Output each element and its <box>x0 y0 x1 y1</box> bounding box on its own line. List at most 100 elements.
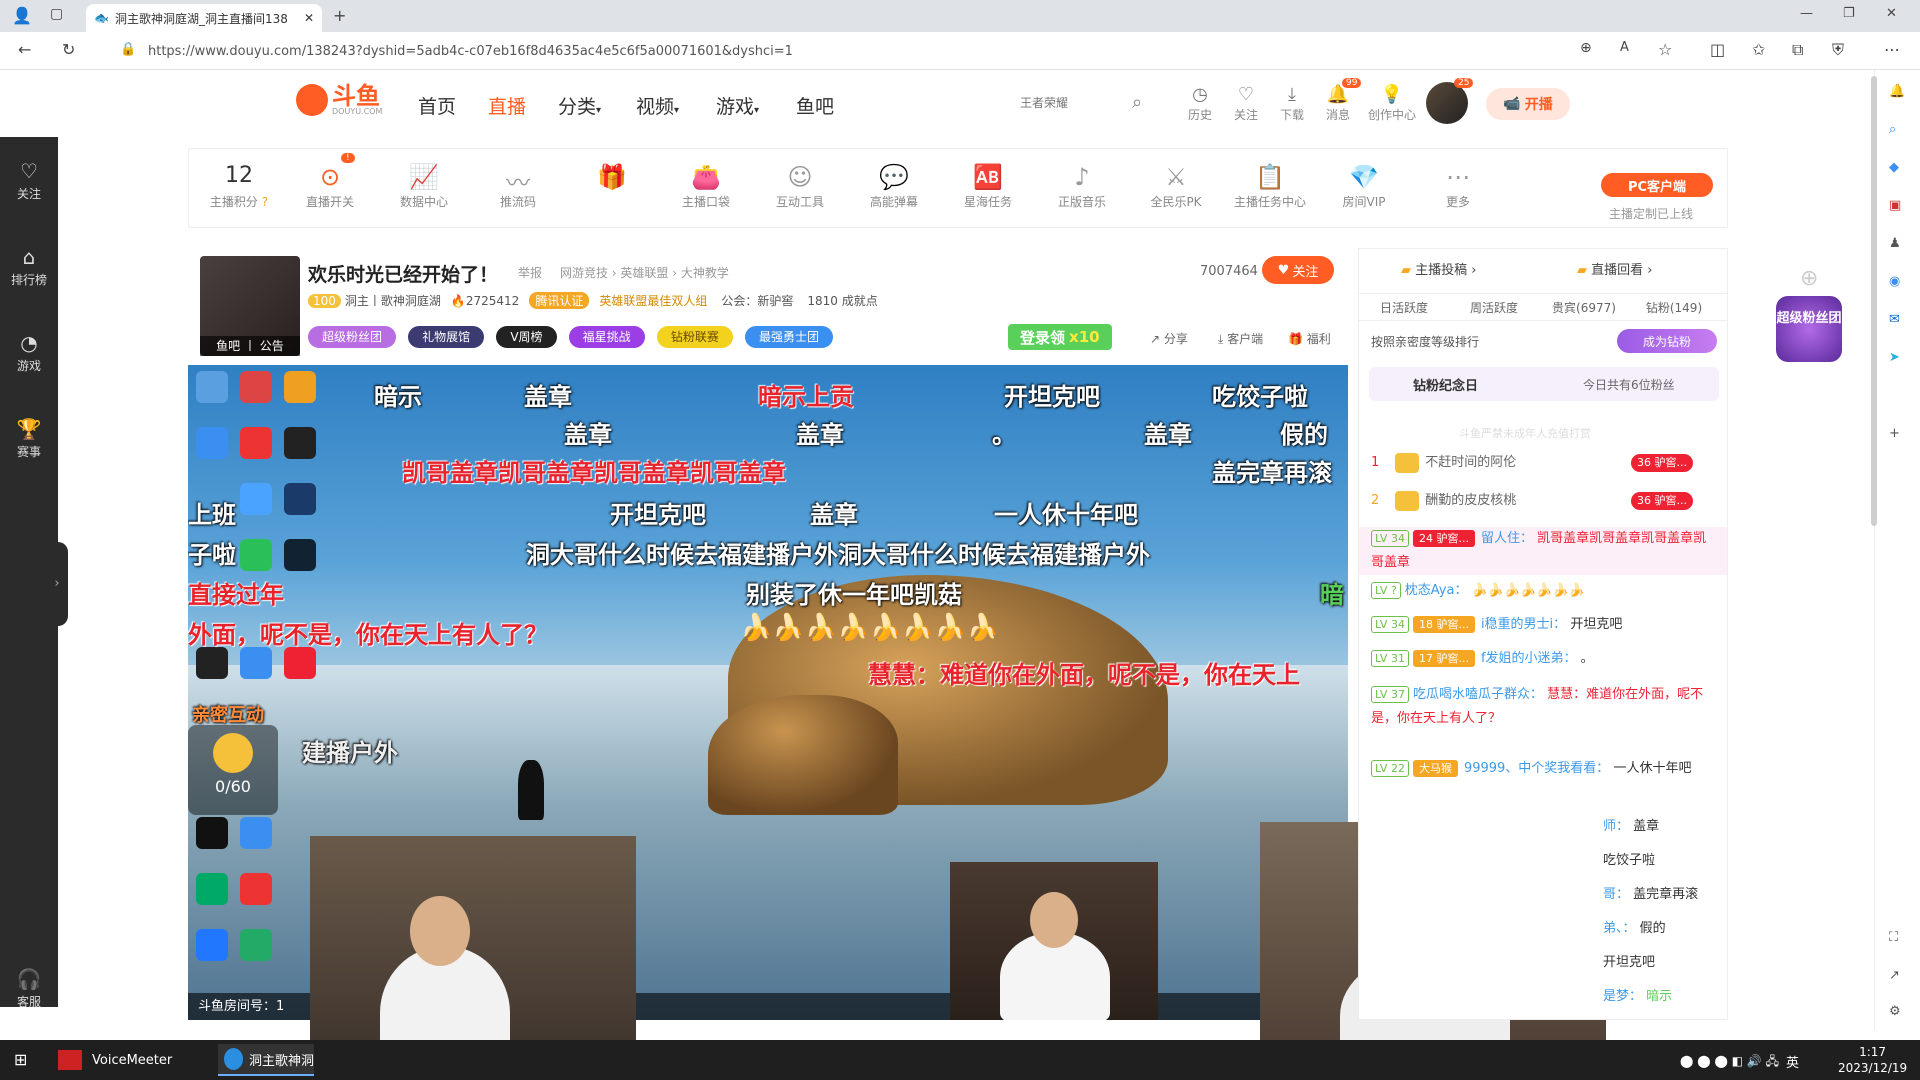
desktop-icon[interactable] <box>196 427 228 459</box>
chat-username[interactable]: 吃瓜喝水嗑瓜子群众： <box>1413 687 1543 702</box>
url-field[interactable]: 🔒 https://www.douyu.com/138243?dyshid=5a… <box>110 36 1580 66</box>
desktop-icon[interactable] <box>240 371 272 403</box>
super-fan-float-badge[interactable]: 超级粉丝团 <box>1776 296 1842 362</box>
tool-high-energy-danmu[interactable]: 💬 高能弹幕 <box>849 163 939 210</box>
nav-category[interactable]: 分类▾ <box>558 92 601 119</box>
chat-username[interactable]: i稳重的男士i： <box>1481 617 1566 632</box>
desktop-icon[interactable] <box>196 647 228 679</box>
nav-live[interactable]: 直播 <box>488 92 526 119</box>
welfare-link[interactable]: 🎁 福利 <box>1288 330 1331 347</box>
login-reward-button[interactable]: 登录领 x10 <box>1008 324 1112 350</box>
collections-icon[interactable]: ⧉ <box>1792 40 1803 60</box>
chat-username[interactable]: 师： <box>1603 819 1629 834</box>
desktop-icon[interactable] <box>240 873 272 905</box>
split-screen-icon[interactable]: ◫ <box>1710 40 1725 59</box>
header-follow[interactable]: ♡ 关注 <box>1224 84 1268 123</box>
tool-stream-key[interactable]: 〰推流码 <box>473 163 563 210</box>
page-scrollbar[interactable] <box>1871 76 1877 526</box>
nav-video[interactable]: 视频▾ <box>636 92 679 119</box>
people-icon[interactable]: ♟ <box>1889 236 1901 251</box>
tool-music[interactable]: ♪ 正版音乐 <box>1037 163 1127 210</box>
extensions-icon[interactable]: ⛨ <box>1832 40 1844 60</box>
toolbox-icon[interactable]: ▣ <box>1889 198 1901 213</box>
send-icon[interactable]: ➤ <box>1889 350 1900 365</box>
tool-more[interactable]: ⋯ 更多 <box>1413 163 1503 210</box>
browser-tab-active[interactable]: 🐟 洞主歌神洞庭湖_洞主直播间138 ✕ <box>86 4 322 32</box>
chat-message[interactable]: 吃饺子啦 <box>1603 849 1723 873</box>
become-diamond-button[interactable]: 成为钻粉 <box>1617 329 1717 353</box>
chat-username[interactable]: 99999、中个奖我看看： <box>1464 761 1609 776</box>
tool-data-center[interactable]: 📈 数据中心 <box>379 163 469 210</box>
copilot-icon[interactable]: ◉ <box>1889 274 1900 289</box>
chat-username[interactable]: 是梦： <box>1603 989 1642 1004</box>
chat-message[interactable]: LV ? 枕态Aya： 🍌🍌🍌🍌🍌🍌🍌 <box>1371 579 1719 603</box>
add-circle-icon[interactable]: ⊕ <box>1800 266 1818 291</box>
desktop-icon[interactable] <box>284 539 316 571</box>
tab-vip[interactable]: 贵宾(6977) <box>1539 294 1629 322</box>
tag-lucky-challenge[interactable]: 福星挑战 <box>568 326 645 348</box>
interaction-widget[interactable]: 0/60 <box>188 725 278 815</box>
chat-message[interactable]: LV 34 18 驴窖... i稳重的男士i： 开坦克吧 <box>1371 613 1719 637</box>
favorites-icon[interactable]: ✩ <box>1752 40 1765 59</box>
desktop-icon[interactable] <box>240 817 272 849</box>
new-tab-icon[interactable]: + <box>333 6 346 25</box>
ime-indicator[interactable]: 英 <box>1786 1052 1799 1071</box>
taskbar-app-voicemeeter[interactable]: VoiceMeeter <box>58 1044 214 1076</box>
tool-pocket[interactable]: 👛 主播口袋 <box>661 163 751 210</box>
nav-game[interactable]: 游戏▾ <box>716 92 759 119</box>
pc-client-button[interactable]: PC客户端 <box>1601 173 1713 197</box>
chat-username[interactable]: 留人住： <box>1481 531 1533 546</box>
favorite-star-icon[interactable]: ☆ <box>1658 40 1672 59</box>
tag-icon[interactable]: ◆ <box>1889 160 1899 175</box>
desktop-icon[interactable] <box>240 483 272 515</box>
external-link-icon[interactable]: ↗ <box>1889 968 1900 983</box>
sidebar-item-game[interactable]: ◔ 游戏 <box>0 331 58 374</box>
desktop-icon[interactable] <box>240 647 272 679</box>
client-link[interactable]: ⤓ 客户端 <box>1218 330 1263 347</box>
desktop-icon[interactable] <box>196 929 228 961</box>
chat-username[interactable]: 哥： <box>1603 887 1629 902</box>
sidebar-item-ranking[interactable]: ⌂ 排行榜 <box>0 245 58 288</box>
zoom-icon[interactable]: ⊕ <box>1580 40 1592 56</box>
diamond-day-banner[interactable]: 钻粉纪念日 今日共有6位粉丝 <box>1369 367 1719 401</box>
follow-button[interactable]: ♥ 关注 <box>1262 256 1334 284</box>
streamer-avatar[interactable]: 鱼吧 丨 公告 <box>200 256 300 356</box>
nav-yuba[interactable]: 鱼吧 <box>796 92 834 119</box>
chat-message[interactable]: LV 31 17 驴窖... f发姐的小迷弟： 。 <box>1371 647 1719 671</box>
tab-weekly-activity[interactable]: 周活跃度 <box>1449 294 1539 322</box>
tray-icons[interactable]: ⬤ ⬤ ⬤ ◧ 🔊 🖧 <box>1680 1052 1779 1073</box>
close-tab-icon[interactable]: ✕ <box>304 11 314 25</box>
chat-message[interactable]: 师： 盖章 <box>1603 815 1723 839</box>
room-category[interactable]: 网游竞技 › 英雄联盟 › 大神教学 <box>560 264 729 281</box>
clock[interactable]: 1:17 2023/12/19 <box>1838 1044 1907 1076</box>
desktop-icon[interactable] <box>240 427 272 459</box>
chat-username[interactable]: 枕态Aya： <box>1405 583 1468 598</box>
nav-home[interactable]: 首页 <box>418 92 456 119</box>
chat-message[interactable]: LV 22 大马猴 99999、中个奖我看看： 一人休十年吧 <box>1371 757 1719 781</box>
tag-v-weekly[interactable]: V周榜 <box>496 326 557 348</box>
header-creator-center[interactable]: 💡 创作中心 <box>1364 84 1420 123</box>
report-link[interactable]: 举报 <box>518 264 542 281</box>
tag-gift-hall[interactable]: 礼物展馆 <box>408 326 485 348</box>
desktop-icon[interactable] <box>196 371 228 403</box>
restore-icon[interactable]: ❐ <box>1843 6 1855 21</box>
share-link[interactable]: ↗ 分享 <box>1150 330 1188 347</box>
tool-pk[interactable]: ⚔ 全民乐PK <box>1131 163 1221 210</box>
desktop-icon[interactable] <box>240 929 272 961</box>
windows-start-icon[interactable]: ⊞ <box>14 1050 27 1069</box>
desktop-icon[interactable] <box>240 539 272 571</box>
chat-username[interactable]: 弟、： <box>1603 921 1636 936</box>
gear-icon[interactable]: ⚙ <box>1889 1004 1901 1019</box>
desktop-icon[interactable] <box>284 647 316 679</box>
header-download[interactable]: ⤓ 下载 <box>1270 84 1314 123</box>
guild-label[interactable]: 公会：新驴窖 <box>721 292 793 309</box>
close-window-icon[interactable]: ✕ <box>1886 6 1897 21</box>
screenshot-icon[interactable]: ⛶ <box>1889 930 1898 945</box>
tool-live-switch[interactable]: ⊙ 直播开关 ! <box>285 153 375 210</box>
streamer-posts-link[interactable]: ▰ 主播投稿 › <box>1401 259 1477 278</box>
sidebar-item-event[interactable]: 🏆 赛事 <box>0 417 58 460</box>
user-avatar[interactable]: 25 <box>1426 78 1474 124</box>
desktop-icon[interactable] <box>284 371 316 403</box>
header-messages[interactable]: 🔔 消息 99 <box>1316 78 1362 123</box>
search-icon[interactable]: ⌕ <box>1889 122 1896 137</box>
